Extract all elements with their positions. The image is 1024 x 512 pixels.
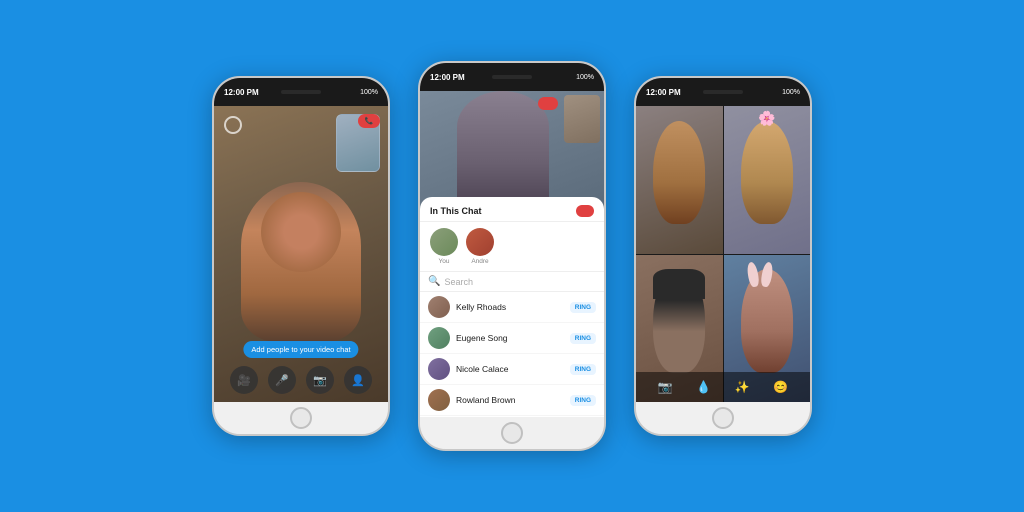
add-person-button[interactable]: 👤 [344, 366, 372, 394]
participant-you: You [430, 228, 458, 265]
add-people-banner: Add people to your video chat [243, 341, 358, 358]
you-label: You [439, 258, 450, 265]
contact-name-rowland: Rowland Brown [456, 395, 564, 405]
avatar-rowland [428, 389, 450, 411]
home-button-3[interactable] [712, 407, 734, 429]
contact-name-kelly: Kelly Rhoads [456, 302, 564, 312]
phone-3-screen: 🌸 📷 💧 ✨ 😊 [636, 106, 810, 402]
contact-list-screen: In This Chat You Andre [420, 91, 604, 417]
mic-icon: 🎤 [275, 374, 289, 387]
camera-toolbar-icon[interactable]: 📷 [658, 380, 673, 394]
avatar-eugene [428, 327, 450, 349]
speaker-3 [703, 90, 743, 94]
home-button-2[interactable] [501, 422, 523, 444]
add-person-icon: 👤 [351, 374, 365, 387]
video-icon: 🎥 [237, 374, 251, 387]
contact-name-nicole: Nicole Calace [456, 364, 564, 374]
star-icon[interactable]: ✨ [735, 380, 750, 394]
end-call-button-2[interactable] [538, 97, 558, 110]
water-drop-icon[interactable]: 💧 [696, 380, 711, 394]
speaker-1 [281, 90, 321, 94]
avatar-kelly [428, 296, 450, 318]
grid-cell-2: 🌸 [724, 106, 811, 254]
participants-row: You Andre [420, 222, 604, 272]
avatar-you [430, 228, 458, 256]
speaker-2 [492, 75, 532, 79]
face-woman-blond [741, 121, 793, 224]
contact-list: Kelly Rhoads RING Eugene Song RING N [420, 292, 604, 417]
emoji-icon[interactable]: 😊 [773, 380, 788, 394]
grid-cell-1 [636, 106, 723, 254]
contact-name-eugene: Eugene Song [456, 333, 564, 343]
flower-crown-effect: 🌸 [758, 110, 775, 127]
ring-button-nicole[interactable]: RING [570, 364, 596, 375]
home-button-1[interactable] [290, 407, 312, 429]
camera-icon-ctrl: 📷 [313, 374, 327, 387]
andre-label: Andre [471, 258, 488, 265]
camera-icon[interactable] [224, 116, 242, 134]
avatar-nicole [428, 358, 450, 380]
end-call-button-1[interactable]: 📞 [358, 114, 380, 128]
face-man-1 [653, 121, 705, 224]
mic-button[interactable]: 🎤 [268, 366, 296, 394]
video-button[interactable]: 🎥 [230, 366, 258, 394]
contact-item-lauren[interactable]: Lauren Newton RING [420, 416, 604, 417]
thumbnail-2 [564, 95, 600, 143]
call-controls-bar: 🎥 🎤 📷 👤 [214, 366, 388, 394]
phone-2-status-bar: 12:00 PM 100% [420, 63, 604, 91]
contact-list-panel: In This Chat You Andre [420, 197, 604, 417]
phone-2: 12:00 PM 100% In This Chat [418, 61, 606, 451]
phone-1-screen: 📞 Add people to your video chat 🎥 🎤 📷 [214, 106, 388, 402]
contact-item-kelly[interactable]: Kelly Rhoads RING [420, 292, 604, 323]
end-call-panel-button[interactable] [576, 205, 594, 217]
contact-item-eugene[interactable]: Eugene Song RING [420, 323, 604, 354]
ring-button-rowland[interactable]: RING [570, 395, 596, 406]
video-background-2 [420, 91, 604, 211]
ring-button-eugene[interactable]: RING [570, 333, 596, 344]
battery-1: 100% [360, 89, 378, 96]
phone-1: 12:00 PM 100% 📞 Add p [212, 76, 390, 436]
contact-item-rowland[interactable]: Rowland Brown RING [420, 385, 604, 416]
contact-item-nicole[interactable]: Nicole Calace RING [420, 354, 604, 385]
phone-3-bottom [636, 402, 810, 434]
phone-1-bottom [214, 402, 388, 434]
phone-2-bottom [420, 417, 604, 449]
grid-video-screen: 🌸 📷 💧 ✨ 😊 [636, 106, 810, 402]
battery-3: 100% [782, 89, 800, 96]
status-time-3: 12:00 PM [646, 88, 681, 97]
search-bar[interactable]: 🔍 Search [420, 272, 604, 292]
main-person-face [241, 182, 361, 342]
in-this-chat-label: In This Chat [430, 206, 482, 216]
avatar-andre [466, 228, 494, 256]
grid-toolbar: 📷 💧 ✨ 😊 [636, 372, 810, 402]
battery-2: 100% [576, 74, 594, 81]
chat-header: In This Chat [420, 197, 604, 222]
search-icon: 🔍 [428, 276, 440, 287]
status-time-2: 12:00 PM [430, 73, 465, 82]
phone-2-screen: In This Chat You Andre [420, 91, 604, 417]
ring-button-kelly[interactable]: RING [570, 302, 596, 313]
video-call-screen: 📞 Add people to your video chat 🎥 🎤 📷 [214, 106, 388, 402]
phone-3-status-bar: 12:00 PM 100% [636, 78, 810, 106]
phone-1-status-bar: 12:00 PM 100% [214, 78, 388, 106]
camera-flip-button[interactable]: 📷 [306, 366, 334, 394]
search-placeholder: Search [444, 277, 473, 287]
phones-container: 12:00 PM 100% 📞 Add p [212, 0, 812, 512]
participant-andre: Andre [466, 228, 494, 265]
phone-3: 12:00 PM 100% 🌸 [634, 76, 812, 436]
status-time-1: 12:00 PM [224, 88, 259, 97]
